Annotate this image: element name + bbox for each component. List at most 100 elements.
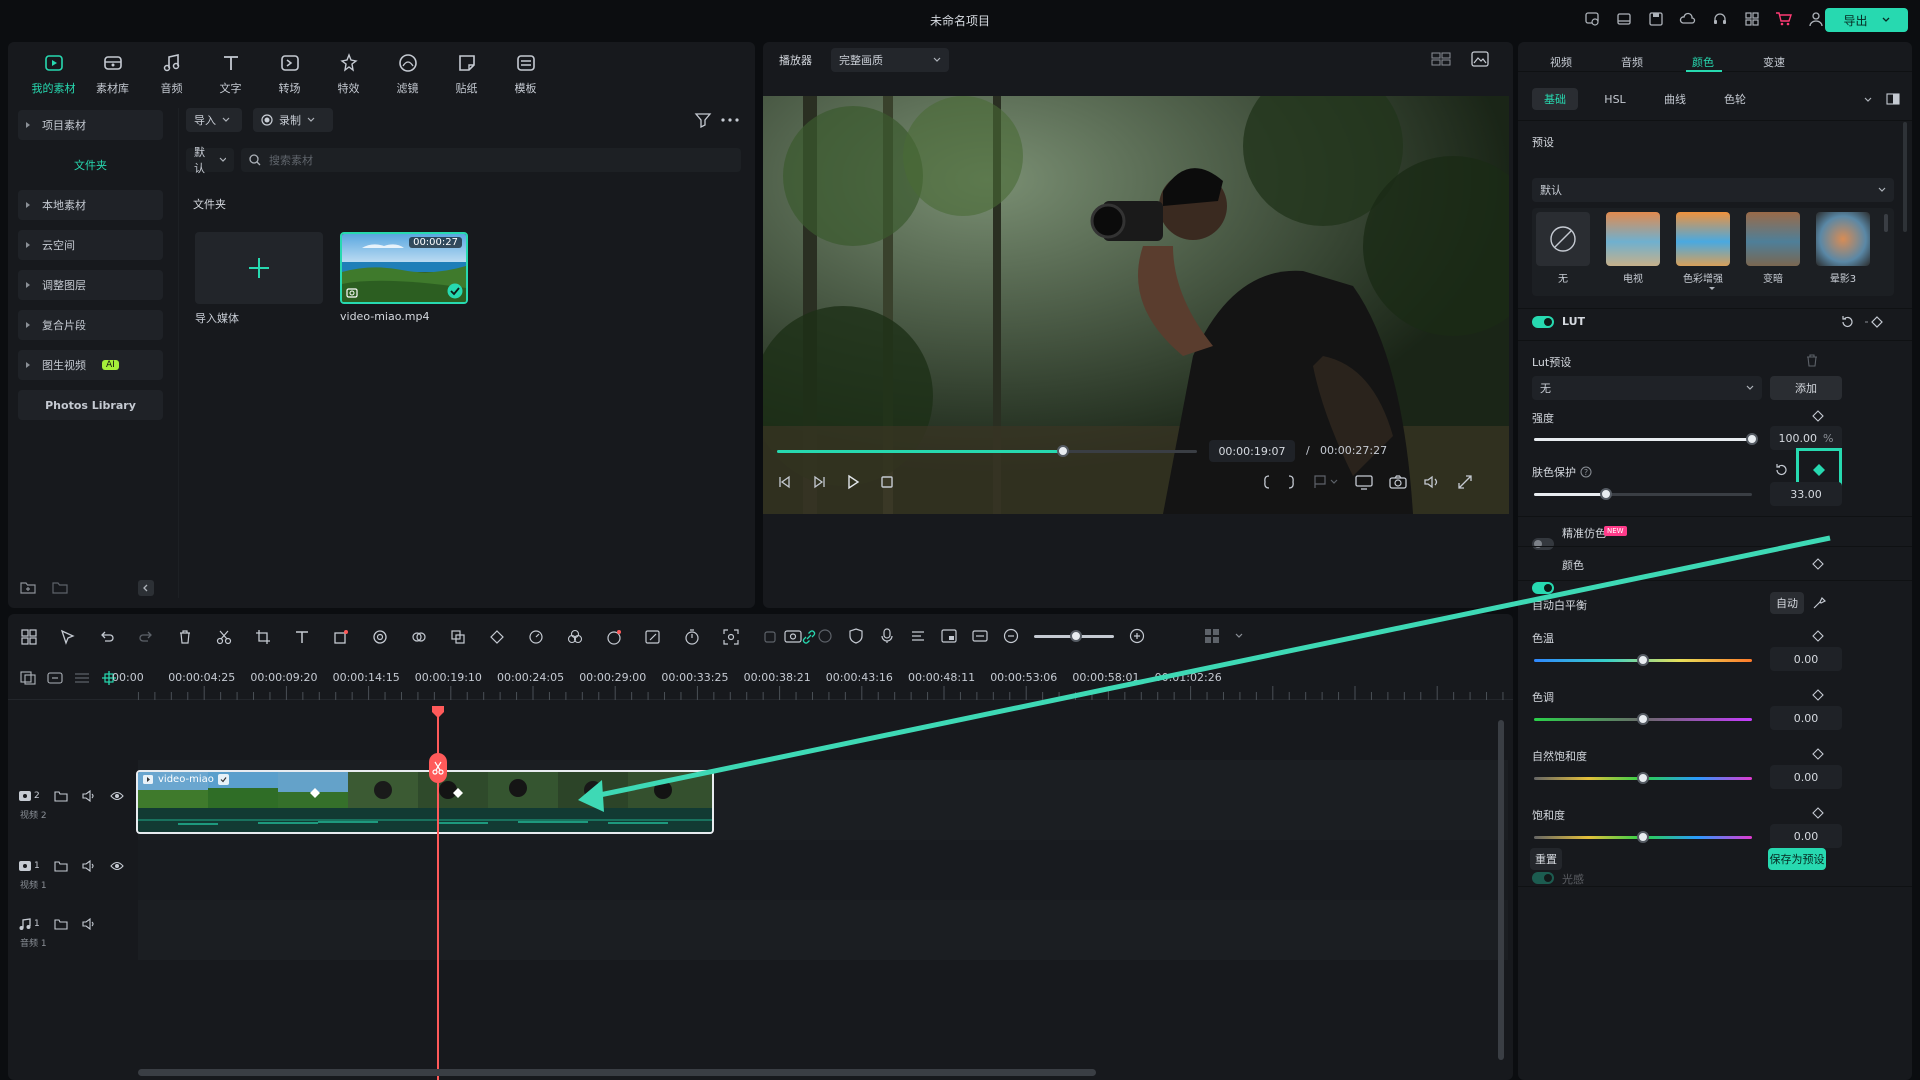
export-button[interactable]: 导出 — [1825, 8, 1908, 32]
tab-my-media[interactable]: 我的素材 — [24, 42, 83, 106]
zoom-slider-knob[interactable] — [1070, 629, 1082, 642]
shield-icon[interactable] — [848, 628, 864, 644]
folder-lock-icon[interactable] — [54, 790, 68, 802]
vertical-scrollbar[interactable] — [1498, 720, 1504, 1060]
keyframe-tool-icon[interactable] — [488, 628, 506, 646]
audio-mixer-icon[interactable] — [910, 628, 926, 644]
strength-slider-knob[interactable] — [1746, 433, 1758, 445]
tint-slider[interactable] — [1534, 713, 1752, 725]
redo-icon[interactable] — [137, 628, 155, 646]
reset-icon[interactable] — [1774, 463, 1788, 477]
tab-audio[interactable]: 音频 — [142, 42, 201, 106]
tab-color-props[interactable]: 颜色 — [1692, 54, 1714, 70]
keyframe-add-icon[interactable] — [1864, 316, 1884, 328]
import-media-tile[interactable] — [195, 232, 323, 304]
quality-dropdown[interactable]: 完整画质 — [831, 48, 949, 72]
layout-grid-icon[interactable] — [20, 628, 38, 646]
temperature-slider-knob[interactable] — [1637, 654, 1649, 666]
filter-funnel-icon[interactable] — [694, 112, 712, 128]
subtab-color-wheels[interactable]: 色轮 — [1712, 88, 1758, 110]
shape-tool-icon[interactable] — [332, 628, 350, 646]
subtab-curves[interactable]: 曲线 — [1652, 88, 1698, 110]
fullscreen-icon[interactable] — [1457, 474, 1473, 490]
camera-snapshot-icon[interactable] — [1389, 474, 1407, 490]
strength-value-box[interactable]: 100.00% — [1770, 426, 1842, 450]
preset-scrollbar[interactable] — [1884, 214, 1888, 232]
vibrance-slider[interactable] — [1534, 772, 1752, 784]
fit-timeline-icon[interactable] — [972, 628, 988, 644]
help-icon[interactable]: ? — [1580, 466, 1592, 478]
keyframe-marker[interactable] — [453, 788, 463, 798]
preset-dropdown[interactable]: 默认 — [1532, 178, 1894, 202]
ai-tool-icon[interactable] — [410, 628, 428, 646]
keyframe-icon[interactable] — [1812, 558, 1824, 570]
playhead-handle[interactable] — [432, 706, 444, 718]
keyframe-marker[interactable] — [310, 788, 320, 798]
skin-protect-slider[interactable] — [1534, 488, 1752, 500]
sidebar-item-project[interactable]: 项目素材 — [18, 110, 163, 140]
tab-transition[interactable]: 转场 — [260, 42, 319, 106]
speaker-icon[interactable] — [82, 918, 96, 930]
cart-icon[interactable] — [1775, 10, 1793, 28]
previous-frame-icon[interactable] — [777, 474, 793, 490]
cloud-icon[interactable] — [1679, 10, 1697, 28]
color-match-icon[interactable] — [566, 628, 584, 646]
tab-template[interactable]: 模板 — [496, 42, 555, 106]
stabilize-icon[interactable] — [761, 628, 779, 646]
folder-lock-icon[interactable] — [54, 918, 68, 930]
replace-icon[interactable] — [449, 628, 467, 646]
color-toggle[interactable] — [1532, 582, 1554, 594]
zoom-in-icon[interactable] — [1129, 628, 1145, 644]
save-icon[interactable] — [1647, 10, 1665, 28]
mark-out-icon[interactable] — [1287, 474, 1297, 490]
user-icon[interactable] — [1807, 10, 1825, 28]
lut-toggle[interactable] — [1532, 316, 1554, 328]
keyframe-icon[interactable] — [1812, 410, 1824, 422]
undo-icon[interactable] — [98, 628, 116, 646]
timeline-ruler[interactable]: 00:00 00:00:04:25 00:00:09:20 00:00:14:15 00… — [8, 660, 1513, 700]
tint-slider-knob[interactable] — [1637, 713, 1649, 725]
expand-presets-icon[interactable] — [1708, 286, 1716, 292]
auto-reframe-icon[interactable] — [722, 628, 740, 646]
sidebar-item-adjustment-layer[interactable]: 调整图层 — [18, 270, 163, 300]
grid-view-icon[interactable] — [1431, 52, 1451, 66]
sidebar-item-local[interactable]: 本地素材 — [18, 190, 163, 220]
sidebar-item-compound[interactable]: 复合片段 — [18, 310, 163, 340]
record-dropdown[interactable]: 录制 — [253, 108, 333, 132]
preset-tile-darken[interactable] — [1746, 212, 1800, 266]
eyedropper-icon[interactable] — [1812, 596, 1826, 610]
zoom-slider[interactable] — [1034, 629, 1114, 642]
skin-protect-slider-knob[interactable] — [1599, 488, 1612, 500]
keyframe-icon[interactable] — [1812, 689, 1824, 701]
zoom-out-icon[interactable] — [1003, 628, 1019, 644]
collapse-sidebar-button[interactable] — [138, 580, 154, 596]
tab-effects[interactable]: 特效 — [319, 42, 378, 106]
play-icon[interactable] — [845, 474, 861, 490]
horizontal-scrollbar[interactable] — [138, 1069, 1096, 1076]
keyframe-icon[interactable] — [1812, 630, 1824, 642]
chevron-down-icon[interactable] — [1235, 633, 1243, 639]
vibrance-slider-knob[interactable] — [1637, 772, 1649, 784]
speaker-icon[interactable] — [82, 790, 96, 802]
preset-none-tile[interactable] — [1536, 212, 1590, 266]
keyframe-icon[interactable] — [1812, 807, 1824, 819]
keyframe-icon[interactable] — [1812, 748, 1824, 760]
delete-icon[interactable] — [176, 628, 194, 646]
reset-button[interactable]: 重置 — [1530, 848, 1562, 870]
saturation-slider-knob[interactable] — [1637, 831, 1649, 843]
tab-sticker[interactable]: 贴纸 — [437, 42, 496, 106]
import-dropdown[interactable]: 导入 — [186, 108, 242, 132]
sidebar-item-photos-library[interactable]: Photos Library — [18, 390, 163, 420]
temperature-value[interactable]: 0.00 — [1770, 647, 1842, 671]
preset-tile-vignette[interactable] — [1816, 212, 1870, 266]
reset-icon[interactable] — [1840, 315, 1854, 329]
apps-grid-icon[interactable] — [1743, 10, 1761, 28]
auto-white-balance-button[interactable]: 自动 — [1770, 592, 1804, 614]
feedback-icon[interactable] — [1583, 10, 1601, 28]
edit-image-icon[interactable] — [644, 628, 662, 646]
speaker-icon[interactable] — [82, 860, 96, 872]
sort-dropdown[interactable]: 默认 — [186, 146, 234, 175]
lut-add-button[interactable]: 添加 — [1770, 376, 1842, 400]
precise-color-toggle[interactable] — [1532, 538, 1554, 550]
playback-scrubber[interactable] — [1056, 445, 1069, 457]
